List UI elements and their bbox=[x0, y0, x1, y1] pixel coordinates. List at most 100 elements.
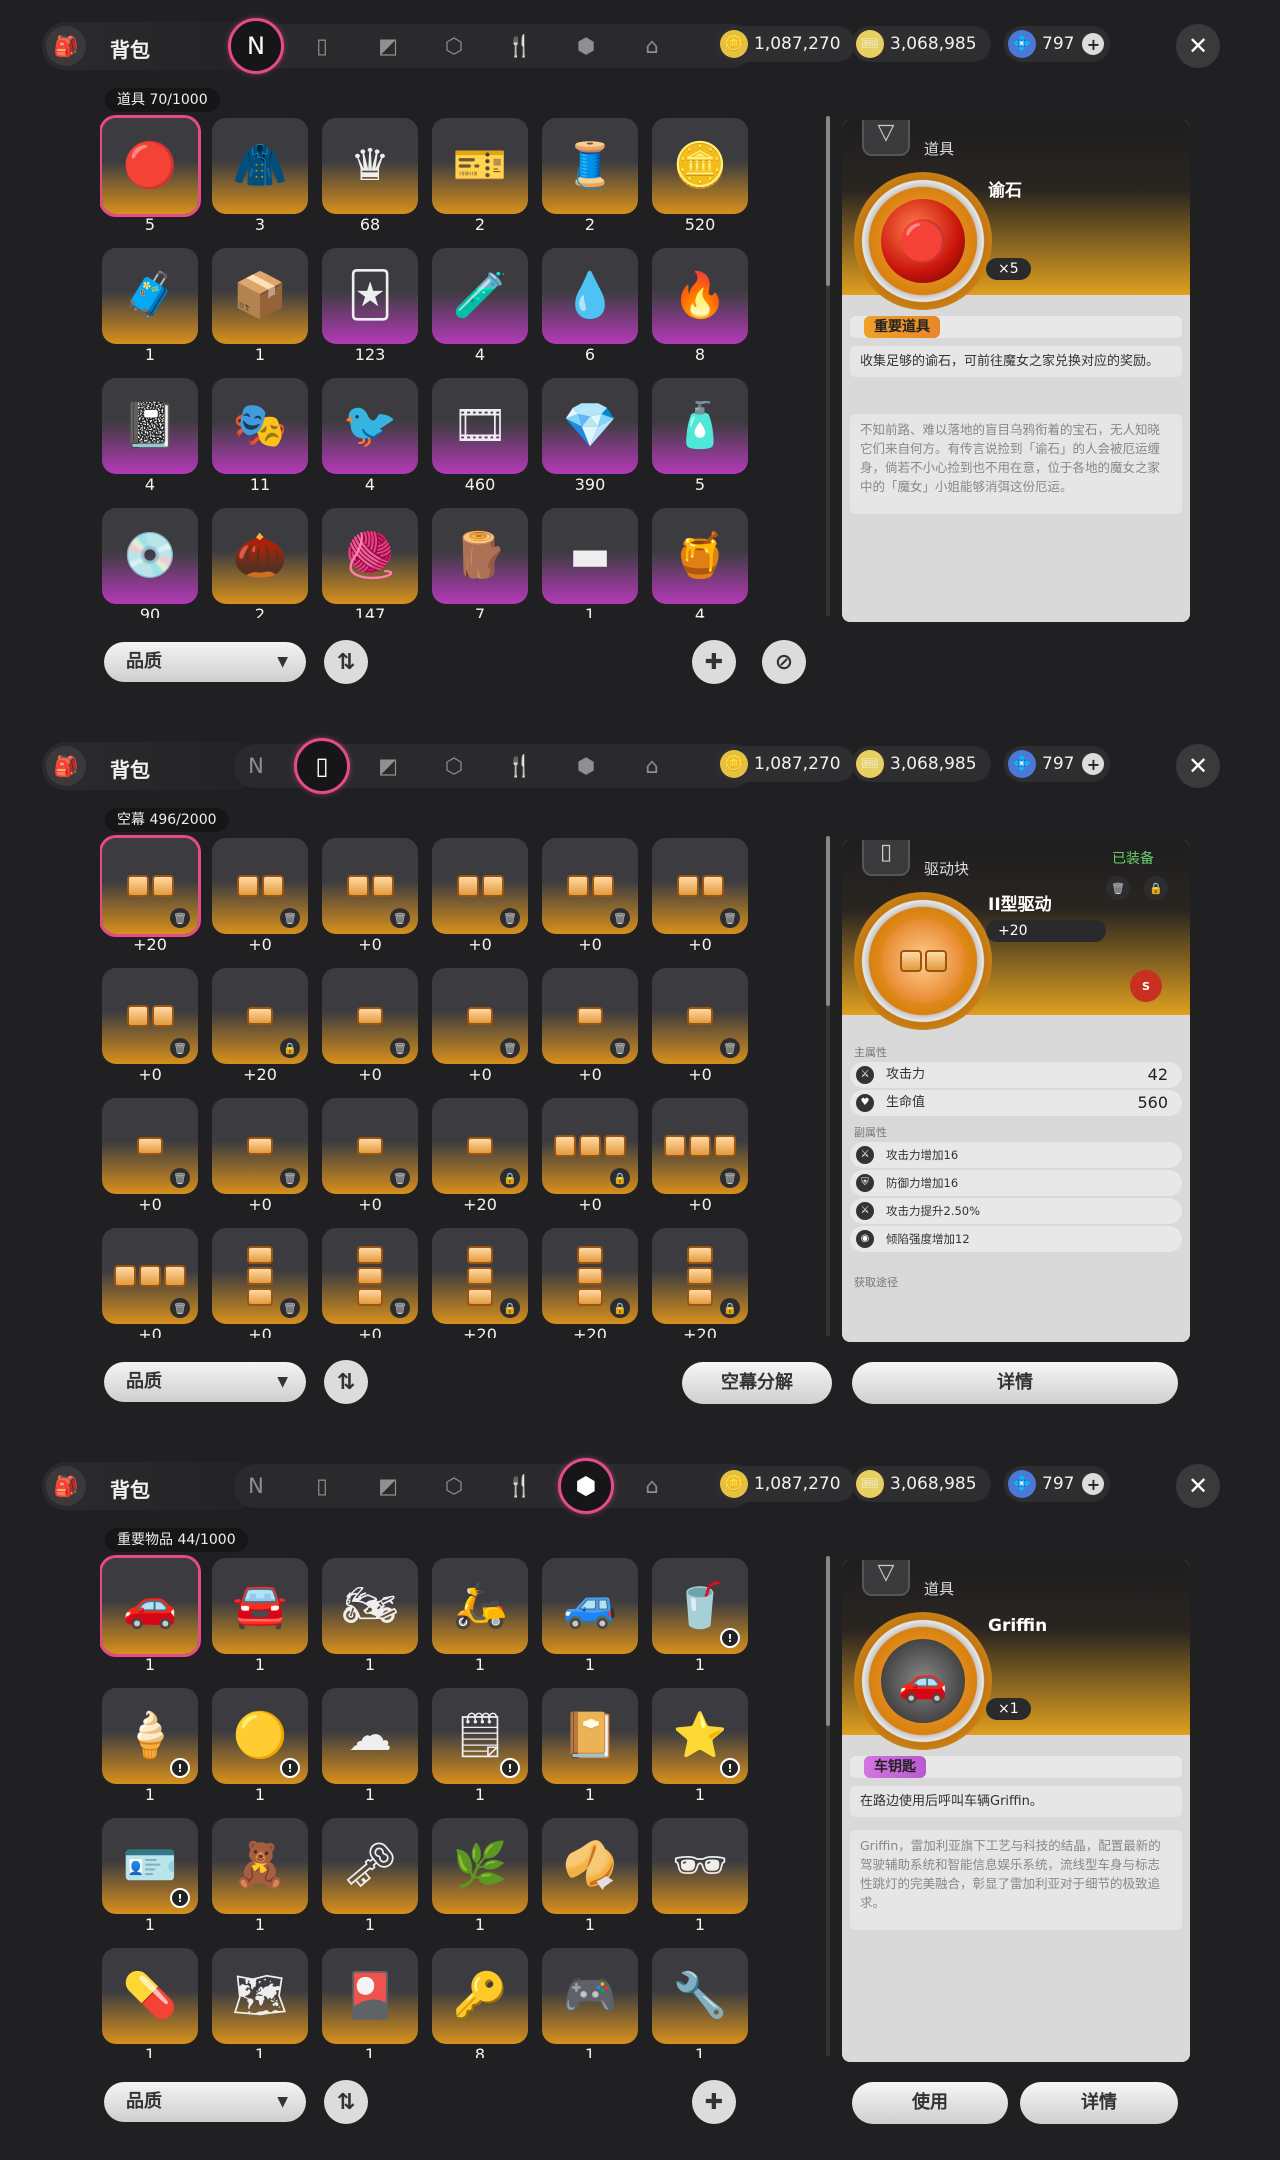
tab-materials[interactable]: ⬡ bbox=[432, 1464, 476, 1508]
add-gems-button[interactable]: + bbox=[1082, 1473, 1105, 1495]
trash-icon[interactable]: 🗑 bbox=[390, 1298, 410, 1318]
tab-items[interactable]: N bbox=[234, 744, 278, 788]
crosshair-button[interactable]: ✚ bbox=[692, 640, 736, 684]
use-button[interactable]: 使用 bbox=[852, 2082, 1008, 2124]
item-slot[interactable]: 🧳 1 bbox=[100, 244, 200, 368]
item-slot[interactable]: 🗑 +0 bbox=[100, 1094, 200, 1218]
tab-drive-discs[interactable]: ▯ bbox=[300, 24, 344, 68]
item-slot[interactable]: 🎮 1 bbox=[540, 1944, 640, 2058]
item-slot[interactable]: 🪙 520 bbox=[650, 114, 750, 238]
trash-icon[interactable]: 🗑 bbox=[720, 1038, 740, 1058]
item-slot[interactable]: 🗑 +0 bbox=[320, 1224, 420, 1338]
close-button[interactable]: ✕ bbox=[1176, 1464, 1220, 1508]
item-slot[interactable]: 🗑 +0 bbox=[540, 834, 640, 958]
scroll-thumb[interactable] bbox=[826, 116, 830, 286]
item-slot[interactable]: 🗑 +0 bbox=[210, 1224, 310, 1338]
item-slot[interactable]: 🧸 1 bbox=[210, 1814, 310, 1938]
item-slot[interactable]: 🔒 +20 bbox=[540, 1224, 640, 1338]
trash-icon[interactable]: 🗑 bbox=[170, 1168, 190, 1188]
trash-icon[interactable]: 🗑 bbox=[280, 908, 300, 928]
item-slot[interactable]: 🪵 7 bbox=[430, 504, 530, 618]
tab-materials[interactable]: ⬡ bbox=[432, 744, 476, 788]
item-slot[interactable]: 🧴 5 bbox=[650, 374, 750, 498]
tab-cards[interactable]: ◩ bbox=[366, 1464, 410, 1508]
item-slot[interactable]: 🔒 +20 bbox=[650, 1224, 750, 1338]
sort-order-button[interactable]: ⇅ bbox=[324, 1360, 368, 1404]
tab-drive-discs[interactable]: ▯ bbox=[294, 738, 350, 794]
trash-icon[interactable]: 🗑 bbox=[280, 1168, 300, 1188]
item-slot[interactable]: 🗑 +0 bbox=[650, 834, 750, 958]
item-slot[interactable]: 🗑 +0 bbox=[540, 964, 640, 1088]
trash-icon[interactable]: 🗑 bbox=[610, 908, 630, 928]
item-slot[interactable]: 🗑 +0 bbox=[320, 834, 420, 958]
item-slot[interactable]: 🗑 +20 bbox=[100, 834, 200, 958]
item-slot[interactable]: 🚘 1 bbox=[210, 1554, 310, 1678]
item-slot[interactable]: 🔑 8 bbox=[430, 1944, 530, 2058]
item-slot[interactable]: 🗑 +0 bbox=[320, 1094, 420, 1218]
lock-icon[interactable]: 🔒 bbox=[720, 1298, 740, 1318]
item-slot[interactable]: 🎫 2 bbox=[430, 114, 530, 238]
item-slot[interactable]: 🔴 5 bbox=[100, 114, 200, 238]
trash-icon[interactable]: 🗑 bbox=[170, 908, 190, 928]
item-slot[interactable]: 🚗 1 bbox=[100, 1554, 200, 1678]
scroll-thumb[interactable] bbox=[826, 1556, 830, 1726]
item-slot[interactable]: 🧶 147 bbox=[320, 504, 420, 618]
crosshair-button[interactable]: ✚ bbox=[692, 2080, 736, 2124]
item-slot[interactable]: 🗑 +0 bbox=[100, 1224, 200, 1338]
item-slot[interactable]: 🔒 +20 bbox=[210, 964, 310, 1088]
add-gems-button[interactable]: + bbox=[1082, 753, 1105, 775]
item-slot[interactable]: 🗺 1 bbox=[210, 1944, 310, 2058]
item-slot[interactable]: 🎴 1 bbox=[320, 1944, 420, 2058]
tab-food[interactable]: 🍴 bbox=[498, 24, 542, 68]
item-slot[interactable]: 🐦 4 bbox=[320, 374, 420, 498]
trash-icon[interactable]: 🗑 bbox=[720, 908, 740, 928]
item-slot[interactable]: 🍦! 1 bbox=[100, 1684, 200, 1808]
quality-dropdown[interactable]: 品质 ▼ bbox=[104, 2082, 306, 2122]
close-button[interactable]: ✕ bbox=[1176, 24, 1220, 68]
item-slot[interactable]: ☁ 1 bbox=[320, 1684, 420, 1808]
item-slot[interactable]: 🥠 1 bbox=[540, 1814, 640, 1938]
item-slot[interactable]: ▬ 1 bbox=[540, 504, 640, 618]
item-slot[interactable]: 💎 390 bbox=[540, 374, 640, 498]
sort-order-button[interactable]: ⇅ bbox=[324, 640, 368, 684]
item-slot[interactable]: ⭐! 1 bbox=[650, 1684, 750, 1808]
item-slot[interactable]: 📓 4 bbox=[100, 374, 200, 498]
trash-icon[interactable]: 🗑 bbox=[390, 908, 410, 928]
item-slot[interactable]: 🧥 3 bbox=[210, 114, 310, 238]
trash-icon[interactable]: 🗑 bbox=[610, 1038, 630, 1058]
item-slot[interactable]: 🕶 1 bbox=[650, 1814, 750, 1938]
item-slot[interactable]: 🛵 1 bbox=[430, 1554, 530, 1678]
item-slot[interactable]: ♛ 68 bbox=[320, 114, 420, 238]
item-slot[interactable]: 💊 1 bbox=[100, 1944, 200, 2058]
filter-off-button[interactable]: ⊘ bbox=[762, 640, 806, 684]
trash-icon[interactable]: 🗑 bbox=[500, 1038, 520, 1058]
item-slot[interactable]: 🪪! 1 bbox=[100, 1814, 200, 1938]
item-slot[interactable]: 🧵 2 bbox=[540, 114, 640, 238]
trash-icon[interactable]: 🗑 bbox=[1106, 876, 1130, 900]
lock-icon[interactable]: 🔒 bbox=[500, 1168, 520, 1188]
sort-order-button[interactable]: ⇅ bbox=[324, 2080, 368, 2124]
item-slot[interactable]: 🔒 +20 bbox=[430, 1224, 530, 1338]
item-slot[interactable]: 🍯 4 bbox=[650, 504, 750, 618]
lock-icon[interactable]: 🔒 bbox=[280, 1038, 300, 1058]
quality-dropdown[interactable]: 品质 ▼ bbox=[104, 1362, 306, 1402]
item-slot[interactable]: 🗑 +0 bbox=[100, 964, 200, 1088]
item-slot[interactable]: 💿 90 bbox=[100, 504, 200, 618]
tab-key-items[interactable]: ⬢ bbox=[564, 744, 608, 788]
trash-icon[interactable]: 🗑 bbox=[390, 1168, 410, 1188]
item-slot[interactable]: 🥤! 1 bbox=[650, 1554, 750, 1678]
tab-food[interactable]: 🍴 bbox=[498, 744, 542, 788]
tab-drive-discs[interactable]: ▯ bbox=[300, 1464, 344, 1508]
quality-dropdown[interactable]: 品质 ▼ bbox=[104, 642, 306, 682]
item-slot[interactable]: 🗝 1 bbox=[320, 1814, 420, 1938]
lock-icon[interactable]: 🔒 bbox=[610, 1298, 630, 1318]
tab-cards[interactable]: ◩ bbox=[366, 744, 410, 788]
details-button[interactable]: 详情 bbox=[1020, 2082, 1178, 2124]
tab-home[interactable]: ⌂ bbox=[630, 1464, 674, 1508]
trash-icon[interactable]: 🗑 bbox=[500, 908, 520, 928]
item-slot[interactable]: 🗑 +0 bbox=[430, 964, 530, 1088]
item-slot[interactable]: 🗒! 1 bbox=[430, 1684, 530, 1808]
item-slot[interactable]: 🔥 8 bbox=[650, 244, 750, 368]
tab-items[interactable]: N bbox=[228, 18, 284, 74]
item-slot[interactable]: 🃏 123 bbox=[320, 244, 420, 368]
